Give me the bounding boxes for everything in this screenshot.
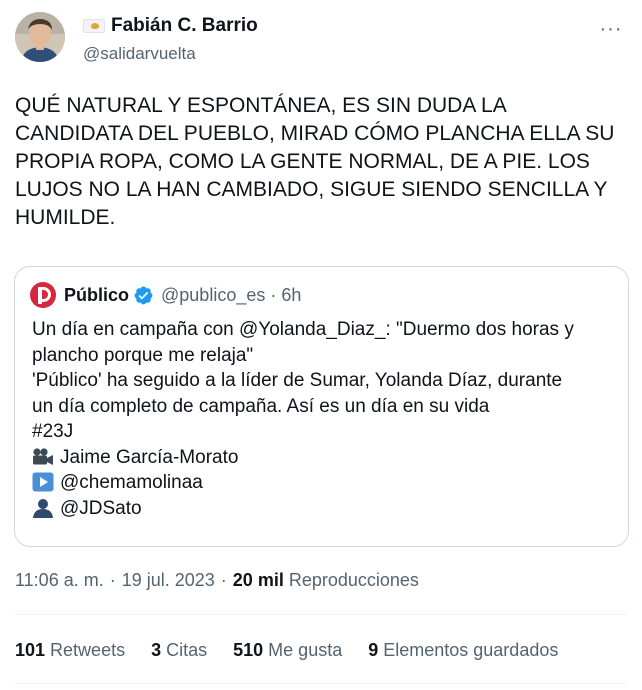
avatar[interactable] [15, 12, 65, 62]
tweet: Fabián C. Barrio @salidarvuelta ··· QUÉ … [0, 0, 642, 690]
tweet-text: QUÉ NATURAL Y ESPONTÁNEA, ES SIN DUDA LA… [15, 94, 615, 229]
quoted-author-name[interactable]: Público [64, 285, 129, 306]
quoted-separator: · [270, 284, 277, 305]
publico-logo-icon[interactable] [30, 282, 56, 308]
bookmarks-count: 9 [368, 640, 379, 660]
avatar-photo [15, 12, 65, 62]
likes-stat[interactable]: 510 Me gusta [233, 640, 342, 661]
quoted-author-handle[interactable]: @publico_es [161, 285, 265, 306]
meta-separator: · [109, 570, 116, 590]
verified-badge-icon [134, 286, 153, 304]
more-options-icon[interactable]: ··· [596, 14, 626, 44]
quoted-text-line: Un día en campaña con @Yolanda_Diaz_: "D… [32, 319, 574, 340]
play-button-icon [32, 472, 54, 492]
tweet-stats: 101 Retweets 3 Citas 510 Me gusta 9 Elem… [15, 640, 584, 661]
bookmarks-label: Elementos guardados [383, 640, 559, 660]
quotes-count: 3 [151, 640, 162, 660]
credit-camera-text: Jaime García-Morato [60, 446, 239, 468]
quoted-timestamp[interactable]: 6h [281, 285, 301, 306]
author-name-row[interactable]: Fabián C. Barrio [83, 15, 258, 37]
meta-separator: · [220, 570, 227, 590]
credit-line: @chemamolinaa [32, 470, 617, 496]
retweets-stat[interactable]: 101 Retweets [15, 640, 125, 661]
author-handle[interactable]: @salidarvuelta [83, 44, 196, 64]
quoted-text-line: plancho porque me relaja" [32, 344, 254, 366]
quoted-hashtag[interactable]: #23J [32, 419, 617, 445]
quoted-text-line: un día completo de campaña. Así es un dí… [32, 395, 490, 417]
tweet-date[interactable]: 19 jul. 2023 [122, 570, 215, 591]
retweets-count: 101 [15, 640, 46, 660]
movie-camera-icon [33, 447, 53, 465]
views-count: 20 mil [232, 570, 284, 590]
tweet-meta: 11:06 a. m. · 19 jul. 2023 · 20 mil Repr… [15, 570, 419, 591]
bust-silhouette-icon [33, 498, 53, 518]
quotes-stat[interactable]: 3 Citas [151, 640, 207, 661]
quotes-label: Citas [166, 640, 208, 660]
views-label: Reproducciones [288, 570, 419, 590]
credit-line: @JDSato [32, 496, 617, 522]
retweets-label: Retweets [50, 640, 126, 660]
credit-mention-jdsato[interactable]: @JDSato [60, 498, 142, 519]
quoted-text-line: 'Público' ha seguido a la líder de Sumar… [32, 370, 563, 391]
likes-count: 510 [233, 640, 264, 660]
divider [15, 683, 627, 684]
likes-label: Me gusta [268, 640, 343, 660]
author-display-name[interactable]: Fabián C. Barrio [111, 15, 258, 37]
bookmarks-stat[interactable]: 9 Elementos guardados [368, 640, 558, 661]
flag-icon [83, 19, 105, 33]
credit-mention-chema[interactable]: @chemamolinaa [60, 472, 203, 493]
quoted-tweet-body: Un día en campaña con @Yolanda_Diaz_: "D… [32, 317, 617, 521]
divider [15, 614, 627, 615]
credit-line: Jaime García-Morato [32, 445, 617, 471]
tweet-time[interactable]: 11:06 a. m. [15, 570, 104, 591]
quoted-tweet[interactable]: Público @publico_es · 6h Un día en campa… [14, 266, 629, 547]
quoted-tweet-header: Público @publico_es · 6h [30, 282, 301, 308]
